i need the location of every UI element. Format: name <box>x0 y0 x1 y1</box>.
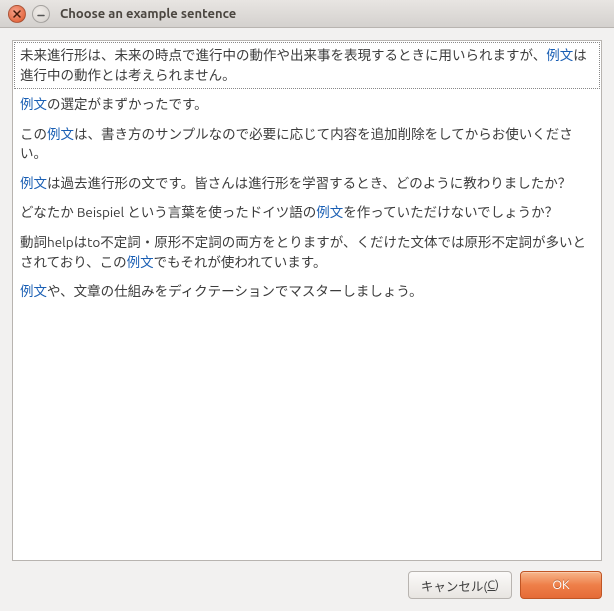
highlighted-word: 例文 <box>20 283 47 299</box>
highlighted-word: 例文 <box>127 254 154 270</box>
highlighted-word: 例文 <box>316 204 343 220</box>
window-title: Choose an example sentence <box>60 7 236 21</box>
minimize-icon <box>37 10 45 18</box>
titlebar: Choose an example sentence <box>0 0 614 28</box>
sentence-text: は、書き方のサンプルなので必要に応じて内容を追加削除をしてからお使いください。 <box>20 126 573 162</box>
list-item[interactable]: どなたか Beispiel という言葉を使ったドイツ語の例文を作っていただけない… <box>13 198 601 228</box>
close-button[interactable] <box>8 5 26 23</box>
highlighted-word: 例文 <box>20 175 47 191</box>
sentence-text: の選定がまずかったです。 <box>47 96 208 112</box>
window-controls <box>8 5 50 23</box>
content-area: 未来進行形は、未来の時点で進行中の動作や出来事を表現するときに用いられますが、例… <box>0 28 614 611</box>
sentence-text: どなたか Beispiel という言葉を使ったドイツ語の <box>20 204 316 220</box>
highlighted-word: 例文 <box>47 126 74 142</box>
sentence-text: でもそれが使われています。 <box>154 254 327 270</box>
sentence-text: や、文章の仕組みをディクテーションでマスターしましょう。 <box>47 283 423 299</box>
cancel-label: キャンセル( <box>421 576 487 595</box>
minimize-button[interactable] <box>32 5 50 23</box>
sentence-text: 未来進行形は、未来の時点で進行中の動作や出来事を表現するときに用いられますが、 <box>20 47 546 63</box>
ok-label: OK <box>552 578 569 592</box>
highlighted-word: 例文 <box>546 47 573 63</box>
list-item[interactable]: 動詞helpはto不定詞・原形不定詞の両方をとりますが、くだけた文体では原形不定… <box>13 228 601 277</box>
ok-button[interactable]: OK <box>520 571 602 599</box>
list-item[interactable]: 例文の選定がまずかったです。 <box>13 90 601 120</box>
sentence-text: を作っていただけないでしょうか？ <box>343 204 558 220</box>
sentence-text: この <box>20 126 47 142</box>
list-item[interactable]: この例文は、書き方のサンプルなので必要に応じて内容を追加削除をしてからお使いくだ… <box>13 120 601 169</box>
close-icon <box>13 10 21 18</box>
list-item[interactable]: 例文や、文章の仕組みをディクテーションでマスターしましょう。 <box>13 277 601 307</box>
cancel-mnemonic: C <box>487 578 495 592</box>
list-item[interactable]: 未来進行形は、未来の時点で進行中の動作や出来事を表現するときに用いられますが、例… <box>13 41 601 90</box>
cancel-button[interactable]: キャンセル(C) <box>408 571 512 599</box>
sentence-list[interactable]: 未来進行形は、未来の時点で進行中の動作や出来事を表現するときに用いられますが、例… <box>12 40 602 561</box>
sentence-text: は過去進行形の文です。皆さんは進行形を学習するとき、どのように教わりましたか？ <box>47 175 571 191</box>
cancel-suffix: ) <box>495 578 499 592</box>
list-item[interactable]: 例文は過去進行形の文です。皆さんは進行形を学習するとき、どのように教わりましたか… <box>13 169 601 199</box>
highlighted-word: 例文 <box>20 96 47 112</box>
button-bar: キャンセル(C) OK <box>12 561 602 599</box>
